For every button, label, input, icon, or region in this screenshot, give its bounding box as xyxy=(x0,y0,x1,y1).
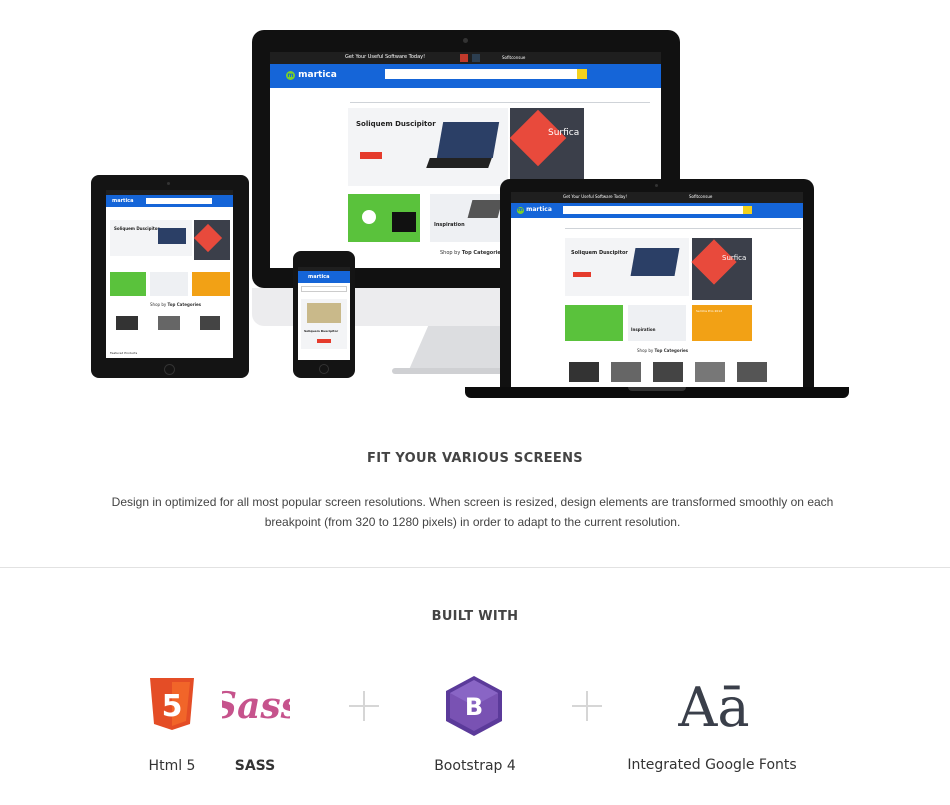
bootstrap-icon: B xyxy=(442,674,506,738)
site-hero-banner: Soliquem Duscipitor xyxy=(348,108,508,186)
sass-icon: Sass xyxy=(211,678,301,730)
site-search-button[interactable] xyxy=(577,69,587,79)
phone-home-button xyxy=(319,364,329,374)
imac-camera xyxy=(463,38,468,43)
site-navbar: m martica xyxy=(270,64,661,88)
site-side-promo: Surfica xyxy=(509,108,584,186)
built-with-heading: BUILT WITH xyxy=(431,609,519,624)
svg-text:5: 5 xyxy=(162,689,183,724)
site-logo[interactable]: m martica xyxy=(286,70,337,80)
site-categories-heading: Shop by Top Categories xyxy=(440,250,504,256)
google-fonts-label: Integrated Google Fonts xyxy=(627,757,797,773)
plus-separator-icon xyxy=(572,691,602,721)
tablet-device: martica Soliquem Duscipitor Shop by Top … xyxy=(91,175,249,378)
svg-text:Sass: Sass xyxy=(222,685,290,727)
tablet-home-button xyxy=(164,364,175,375)
fit-section-description: Design in optimized for all most popular… xyxy=(111,495,834,529)
site-announcement: Get Your Useful Software Today! xyxy=(345,54,426,60)
phone-screen: martica Soliquem Duscipitor xyxy=(298,267,350,360)
tablet-camera xyxy=(167,182,170,185)
tablet-screen: martica Soliquem Duscipitor Shop by Top … xyxy=(106,190,233,358)
sass-label: SASS xyxy=(234,758,276,774)
svg-text:Aā: Aā xyxy=(677,676,749,734)
laptop-camera xyxy=(655,184,658,187)
phone-device: martica Soliquem Duscipitor xyxy=(293,251,355,378)
fit-section-heading: FIT YOUR VARIOUS SCREENS xyxy=(367,451,583,466)
svg-text:B: B xyxy=(465,693,483,721)
plus-separator-icon xyxy=(349,691,379,721)
hero-shop-button[interactable] xyxy=(360,152,382,159)
google-fonts-icon: Aā xyxy=(666,674,762,739)
site-tile-gray: Inspiration xyxy=(430,194,503,242)
laptop-screen: Get Your Useful Software Today! Sofitcon… xyxy=(511,192,803,387)
hero-title: Soliquem Duscipitor xyxy=(356,120,436,128)
site-topbar: Get Your Useful Software Today! Sofitcon… xyxy=(270,52,661,64)
html5-icon: 5 xyxy=(148,678,196,730)
laptop-notch xyxy=(628,387,686,391)
laptop-display: Get Your Useful Software Today! Sofitcon… xyxy=(500,179,814,387)
site-search-input[interactable] xyxy=(385,69,577,79)
site-tile-green xyxy=(348,194,420,242)
html5-label: Html 5 xyxy=(148,758,196,774)
bootstrap-label: Bootstrap 4 xyxy=(434,758,516,774)
section-divider xyxy=(0,567,950,568)
